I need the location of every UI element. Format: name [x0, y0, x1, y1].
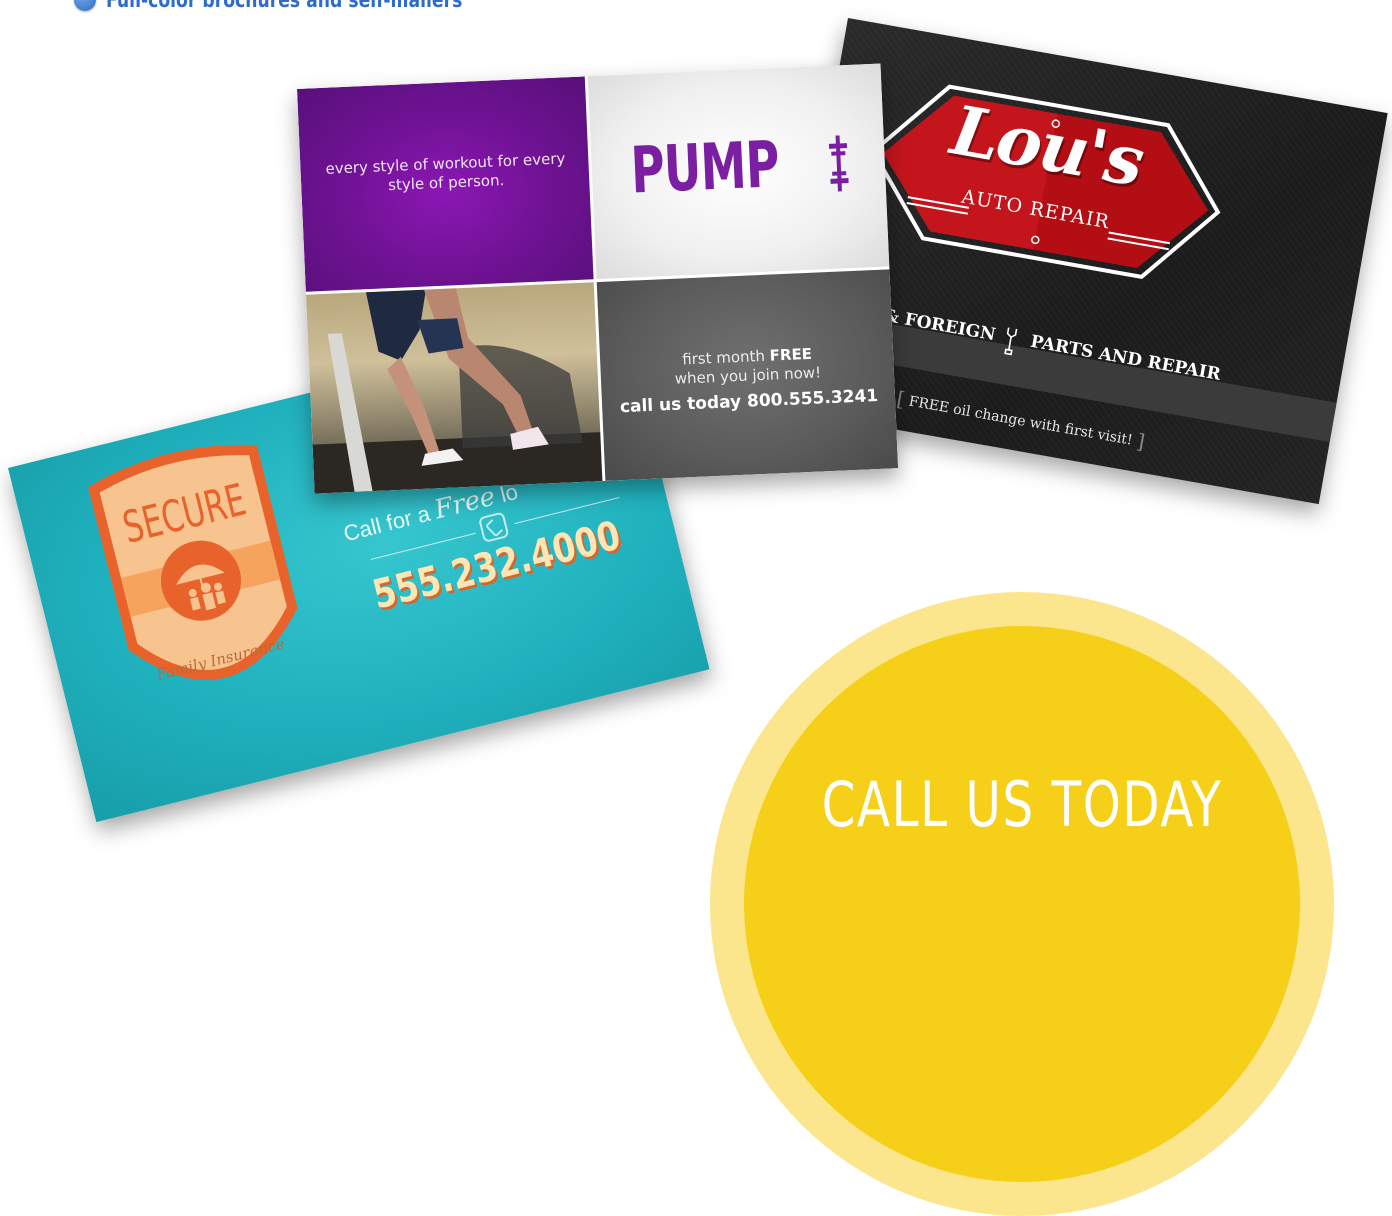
- lous-offer-text: FREE oil change with first visit!: [907, 393, 1134, 449]
- call-prefix: Call for a: [340, 500, 433, 547]
- offer-bracket-close: ]: [1134, 428, 1147, 454]
- shield-icon: [88, 444, 298, 680]
- feature-bullet: Full-color brochures and self-mailers: [74, 0, 541, 12]
- pump-logo: PUMP: [629, 128, 781, 209]
- runner-photo: [312, 288, 603, 494]
- phone-icon: [478, 511, 510, 544]
- call-us-badge[interactable]: CALL US TODAY: [710, 592, 1334, 1216]
- bullet-dot-icon: [74, 0, 96, 11]
- call-us-text: CALL US TODAY: [821, 768, 1223, 841]
- offer-bracket-open: [: [894, 386, 907, 412]
- offer-free: FREE: [769, 344, 813, 365]
- feature-bullet-text: Full-color brochures and self-mailers: [106, 0, 463, 12]
- call-us-badge-inner: [744, 626, 1300, 1182]
- offer-prefix: first month: [681, 346, 766, 369]
- pump-gym-card: every style of workout for every style o…: [297, 63, 899, 494]
- dumbbell-icon: [828, 135, 849, 192]
